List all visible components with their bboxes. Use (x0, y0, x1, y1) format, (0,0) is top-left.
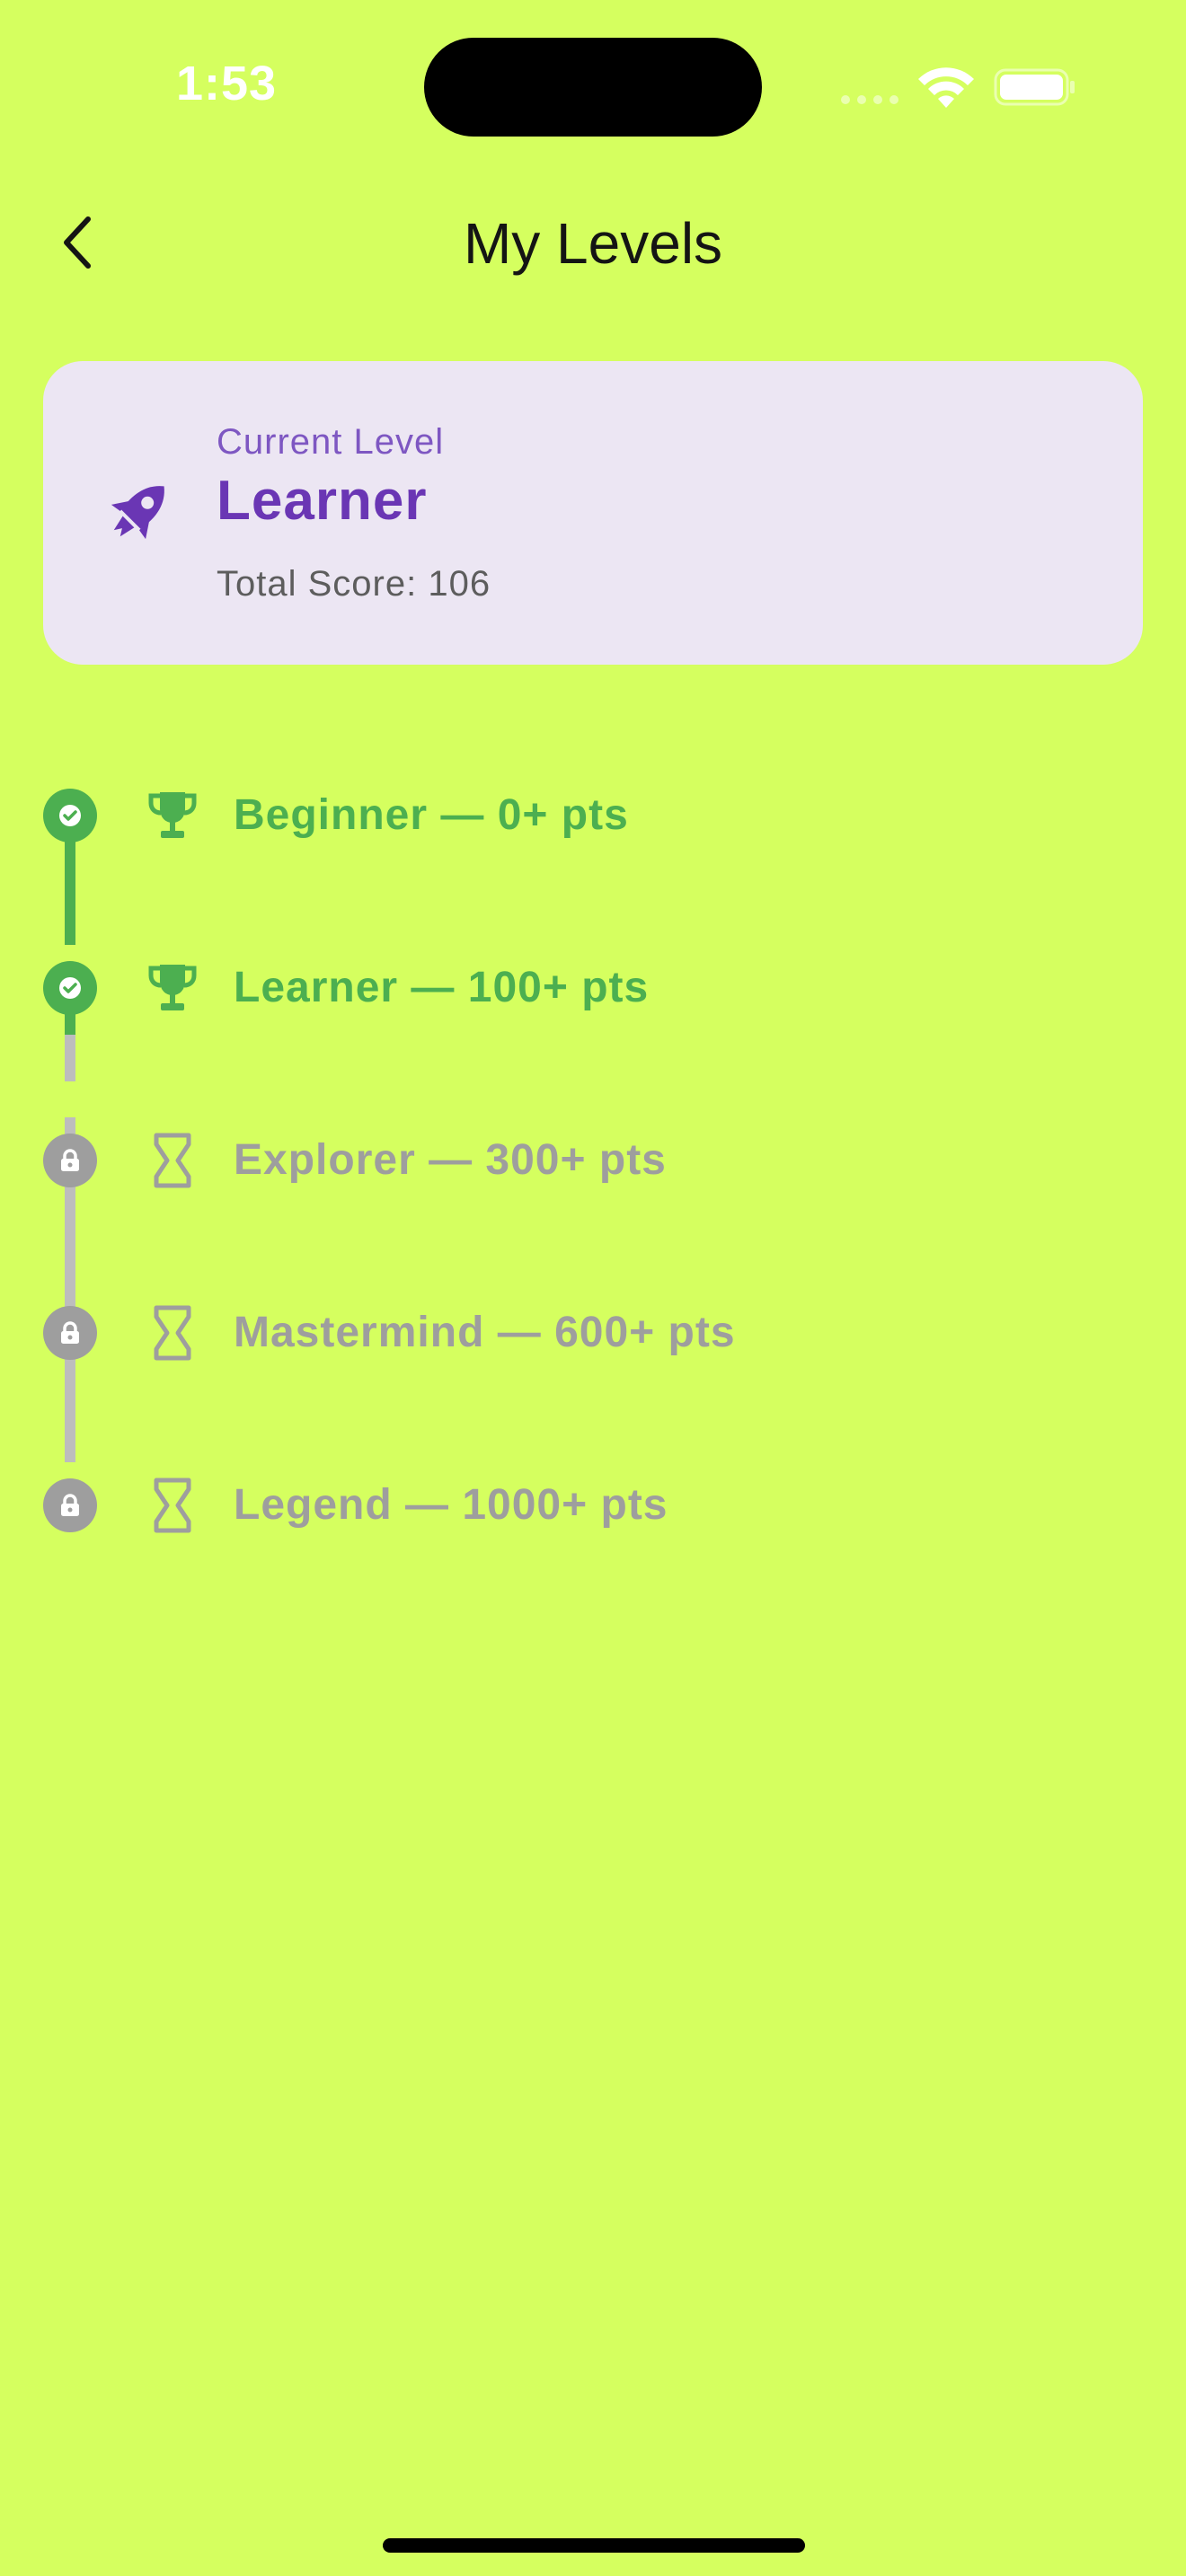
navigation-bar: My Levels (0, 189, 1186, 296)
locked-node (43, 1306, 97, 1360)
hourglass-icon (154, 1478, 191, 1533)
level-label: Learner — 100+ pts (234, 964, 650, 1011)
level-label: Beginner — 0+ pts (234, 791, 629, 839)
hourglass-icon (154, 1305, 191, 1361)
current-level-caption: Current Level (217, 422, 445, 462)
achieved-node (43, 789, 97, 842)
wifi-icon (918, 67, 974, 108)
rocket-icon (111, 486, 164, 540)
level-label: Mastermind — 600+ pts (234, 1309, 736, 1356)
lock-icon (61, 1149, 79, 1171)
battery-icon (994, 68, 1075, 106)
levels-timeline: Beginner — 0+ pts Learner — 100+ pts Exp… (0, 772, 1186, 1581)
status-time: 1:53 (176, 57, 278, 110)
check-icon (59, 805, 81, 826)
locked-node (43, 1478, 97, 1532)
home-indicator[interactable] (383, 2538, 805, 2553)
dynamic-island (424, 38, 762, 137)
achieved-node (43, 961, 97, 1015)
check-icon (59, 977, 81, 999)
level-label: Legend — 1000+ pts (234, 1481, 668, 1529)
locked-node (43, 1134, 97, 1187)
total-score: Total Score: 106 (217, 564, 491, 604)
trophy-icon (148, 792, 197, 838)
status-bar: 1:53 (0, 0, 1186, 171)
hourglass-icon (154, 1133, 191, 1188)
timeline-connector (65, 1035, 75, 1081)
page-title: My Levels (463, 211, 723, 276)
trophy-icon (148, 965, 197, 1010)
current-level-name: Learner (217, 470, 428, 532)
lock-icon (61, 1494, 79, 1516)
cellular-signal-icon (841, 95, 900, 104)
current-level-card: Current Level Learner Total Score: 106 (43, 361, 1143, 665)
level-label: Explorer — 300+ pts (234, 1136, 667, 1184)
lock-icon (61, 1321, 79, 1344)
